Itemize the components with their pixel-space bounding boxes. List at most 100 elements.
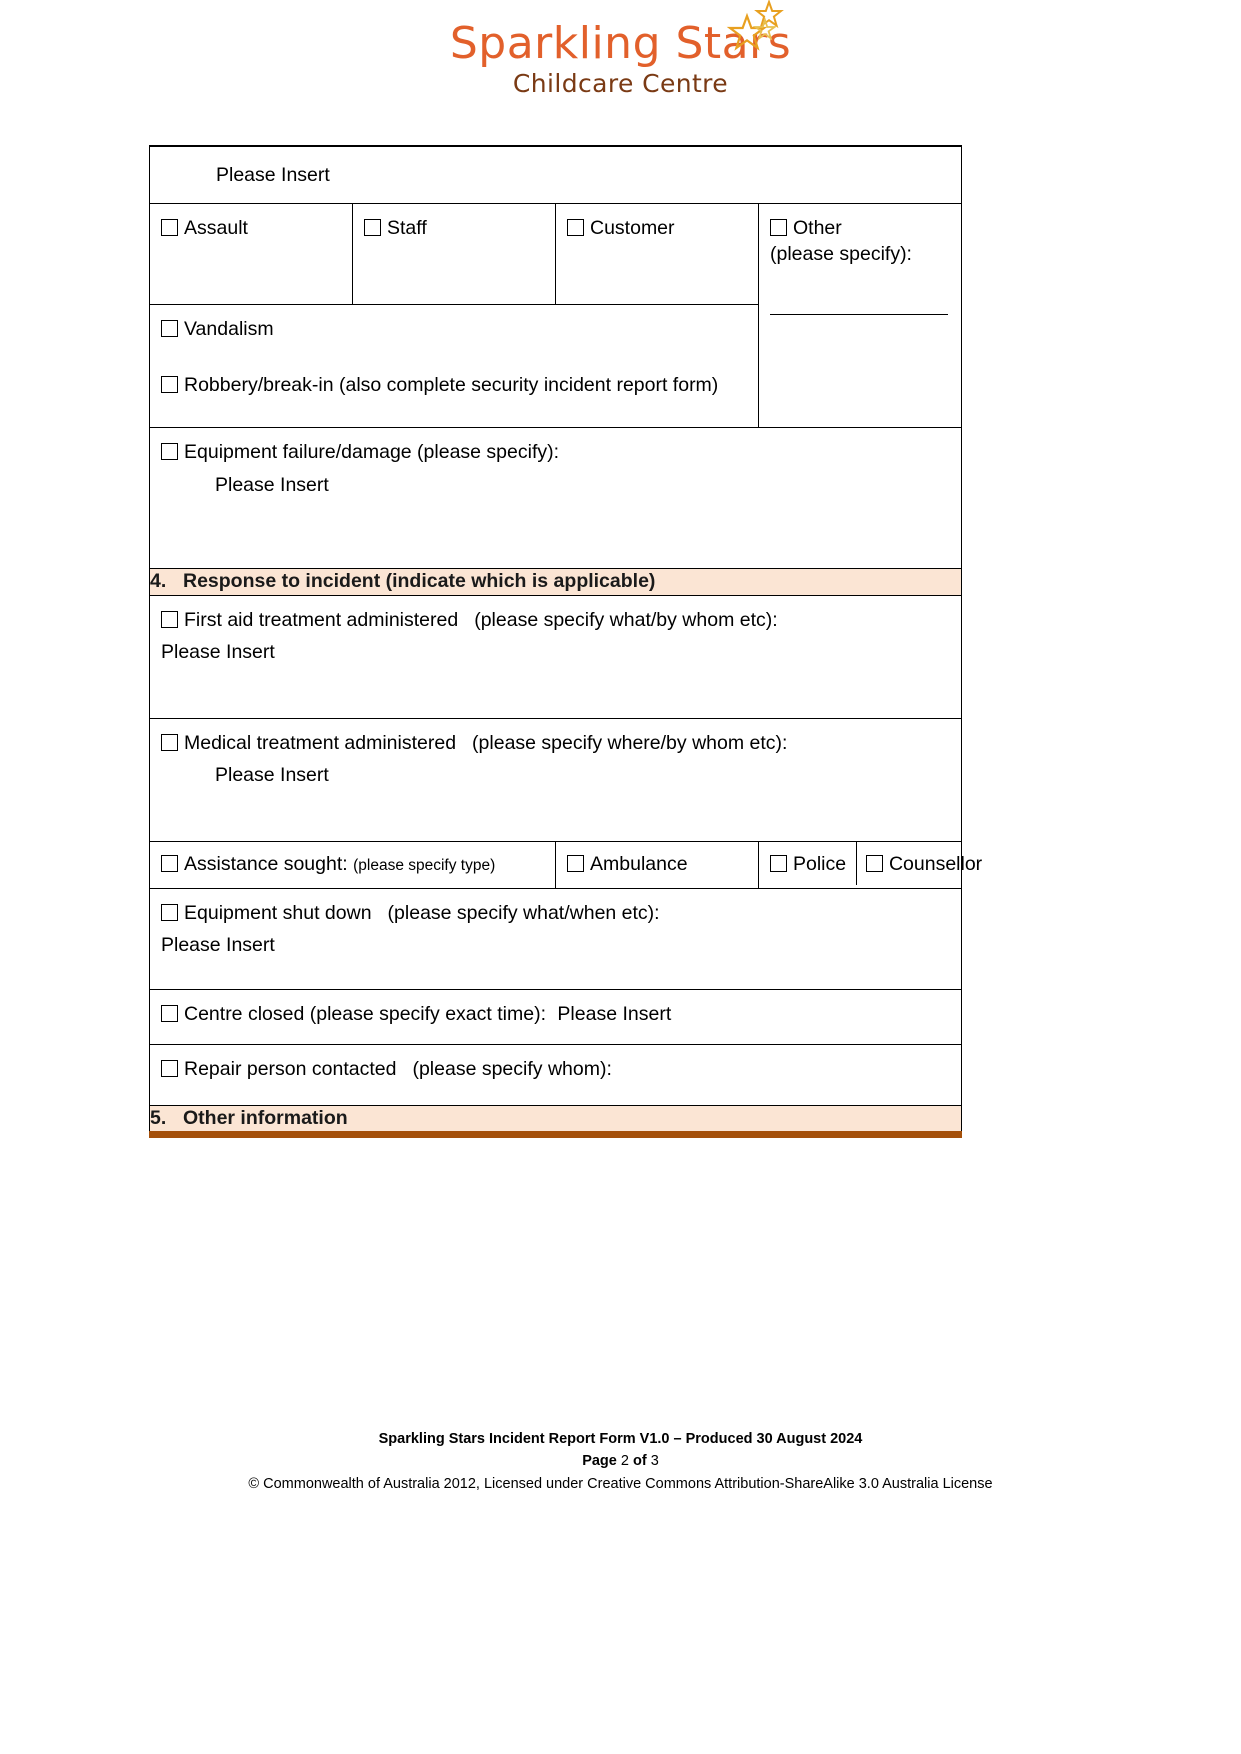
document-page: Sparkling Stars Childcare Centre Please … — [0, 0, 1241, 1754]
top-value-text: Please Insert — [216, 164, 330, 186]
checkbox-option-centre-closed[interactable]: Centre closed (please specify exact time… — [161, 1002, 546, 1028]
section-5-header: 5. Other information — [149, 1104, 962, 1139]
option-label: Equipment shut down — [184, 901, 372, 924]
footer-page-of: of — [633, 1453, 647, 1470]
incident-report-form: Please Insert Assault Staff Customer Oth… — [149, 145, 982, 1139]
checkbox-icon[interactable] — [567, 854, 584, 872]
medical-treatment-cell[interactable]: Medical treatment administered (please s… — [149, 717, 962, 842]
checkbox-icon[interactable] — [161, 854, 178, 872]
checkbox-option-vandalism[interactable]: Vandalism — [161, 317, 274, 343]
footer-page-current: 2 — [620, 1453, 629, 1470]
checkbox-icon[interactable] — [161, 1004, 178, 1022]
centre-closed-cell[interactable]: Centre closed (please specify exact time… — [149, 988, 962, 1045]
checkbox-option-medical[interactable]: Medical treatment administered — [161, 731, 456, 757]
table-row: Assault Staff Customer Other (please spe… — [149, 203, 962, 428]
section-4-header: 4. Response to incident (indicate which i… — [149, 568, 962, 596]
centre-closed-value[interactable]: Please Insert — [557, 1003, 671, 1025]
stars-icon — [726, 0, 785, 51]
checkbox-icon[interactable] — [770, 219, 787, 236]
checkbox-option-first-aid[interactable]: First aid treatment administered — [161, 608, 458, 634]
checkbox-option-equipment-failure[interactable]: Equipment failure/damage (please specify… — [161, 440, 559, 466]
checkbox-option-robbery[interactable]: Robbery/break-in (also complete security… — [161, 373, 747, 399]
checkbox-option-assault[interactable]: Assault — [161, 216, 248, 242]
option-label: Counsellor — [888, 852, 983, 875]
section-4-number: 4. — [150, 570, 167, 592]
checkbox-icon[interactable] — [161, 1059, 178, 1077]
checkbox-option-police[interactable]: Police — [770, 852, 846, 878]
table-row: Repair person contacted (please specify … — [149, 1043, 962, 1106]
vandalism-robbery-cell[interactable]: Vandalism Robbery/break-in (also complet… — [149, 304, 759, 428]
equipment-shutdown-value[interactable]: Please Insert — [161, 933, 950, 959]
option-label: Other — [793, 217, 842, 239]
option-label: Assistance sought: — [184, 852, 348, 875]
equipment-failure-cell[interactable]: Equipment failure/damage (please specify… — [149, 427, 962, 569]
option-label: Repair person contacted — [184, 1057, 397, 1080]
option-label: Police — [793, 852, 847, 875]
form-table: Please Insert Assault Staff Customer Oth… — [149, 145, 982, 1139]
page-footer: Sparkling Stars Incident Report Form V1.… — [0, 1428, 1241, 1495]
section-5-title: Other information — [183, 1106, 348, 1129]
incident-type-customer-cell[interactable]: Customer — [555, 203, 759, 305]
option-label: Medical treatment administered — [184, 731, 457, 754]
checkbox-option-equipment-shutdown[interactable]: Equipment shut down — [161, 901, 372, 927]
assistance-ambulance-cell[interactable]: Ambulance — [555, 840, 759, 889]
checkbox-option-other[interactable]: Other — [770, 216, 842, 242]
incident-type-other-cell[interactable]: Other (please specify): — [758, 203, 962, 428]
section-4-title: Response to incident (indicate which is … — [183, 570, 656, 592]
section-5-number: 5. — [150, 1106, 167, 1129]
table-row: Equipment shut down (please specify what… — [149, 887, 962, 990]
option-label: Vandalism — [184, 318, 274, 340]
option-label: First aid treatment administered — [184, 608, 459, 631]
table-row: 4. Response to incident (indicate which i… — [149, 568, 962, 596]
logo-subtitle: Childcare Centre — [512, 68, 729, 98]
option-label: Assault — [184, 217, 248, 239]
checkbox-icon[interactable] — [161, 219, 178, 236]
assistance-police-subcell[interactable]: Police — [759, 841, 857, 886]
assistance-sought-cell[interactable]: Assistance sought: (please specify type) — [149, 840, 556, 889]
first-aid-note: (please specify what/by whom etc): — [474, 608, 778, 631]
checkbox-option-assistance[interactable]: Assistance sought: — [161, 852, 348, 878]
equipment-shutdown-note: (please specify what/when etc): — [387, 901, 660, 924]
table-row: Medical treatment administered (please s… — [149, 717, 962, 842]
checkbox-icon[interactable] — [161, 903, 178, 921]
checkbox-icon[interactable] — [161, 610, 178, 628]
assistance-counsellor-subcell[interactable]: Counsellor — [856, 842, 982, 886]
repair-person-note: (please specify whom): — [412, 1057, 612, 1080]
checkbox-icon[interactable] — [364, 219, 381, 236]
logo: Sparkling Stars Childcare Centre — [450, 0, 791, 98]
other-specify-input[interactable] — [770, 313, 948, 316]
checkbox-icon[interactable] — [567, 219, 584, 236]
footer-page-number: Page 2 of 3 — [0, 1450, 1241, 1472]
first-aid-cell[interactable]: First aid treatment administered (please… — [149, 594, 962, 719]
incident-type-assault-cell[interactable]: Assault — [149, 203, 353, 305]
checkbox-icon[interactable] — [770, 854, 787, 872]
checkbox-icon[interactable] — [161, 443, 178, 460]
equipment-failure-value[interactable]: Please Insert — [161, 473, 950, 499]
option-label: Ambulance — [590, 852, 688, 875]
assistance-police-counsellor-cell[interactable]: Police Counsellor — [758, 840, 982, 889]
logo-header: Sparkling Stars Childcare Centre — [0, 0, 1241, 118]
checkbox-option-repair-person[interactable]: Repair person contacted — [161, 1057, 396, 1083]
repair-person-cell[interactable]: Repair person contacted (please specify … — [149, 1043, 962, 1106]
footer-form-title: Sparkling Stars Incident Report Form V1.… — [378, 1431, 863, 1447]
checkbox-icon[interactable] — [865, 854, 883, 872]
first-aid-value[interactable]: Please Insert — [161, 640, 950, 666]
incident-type-staff-cell[interactable]: Staff — [352, 203, 556, 305]
checkbox-option-ambulance[interactable]: Ambulance — [567, 852, 688, 878]
checkbox-icon[interactable] — [161, 320, 178, 337]
table-row: 5. Other information — [149, 1104, 962, 1139]
table-row: Please Insert — [149, 145, 962, 204]
option-label: Equipment failure/damage (please specify… — [184, 441, 560, 463]
checkbox-icon[interactable] — [161, 733, 178, 751]
table-row: Assistance sought: (please specify type)… — [149, 840, 982, 889]
checkbox-icon[interactable] — [161, 375, 178, 393]
checkbox-option-staff[interactable]: Staff — [364, 216, 427, 242]
assistance-note: (please specify type) — [353, 856, 496, 874]
footer-page-total: 3 — [650, 1453, 659, 1470]
equipment-shutdown-cell[interactable]: Equipment shut down (please specify what… — [149, 887, 962, 990]
checkbox-option-customer[interactable]: Customer — [567, 216, 675, 242]
table-row: Equipment failure/damage (please specify… — [149, 427, 962, 569]
top-value-cell: Please Insert — [149, 145, 962, 204]
checkbox-option-counsellor[interactable]: Counsellor — [865, 852, 983, 878]
medical-value[interactable]: Please Insert — [161, 763, 950, 789]
